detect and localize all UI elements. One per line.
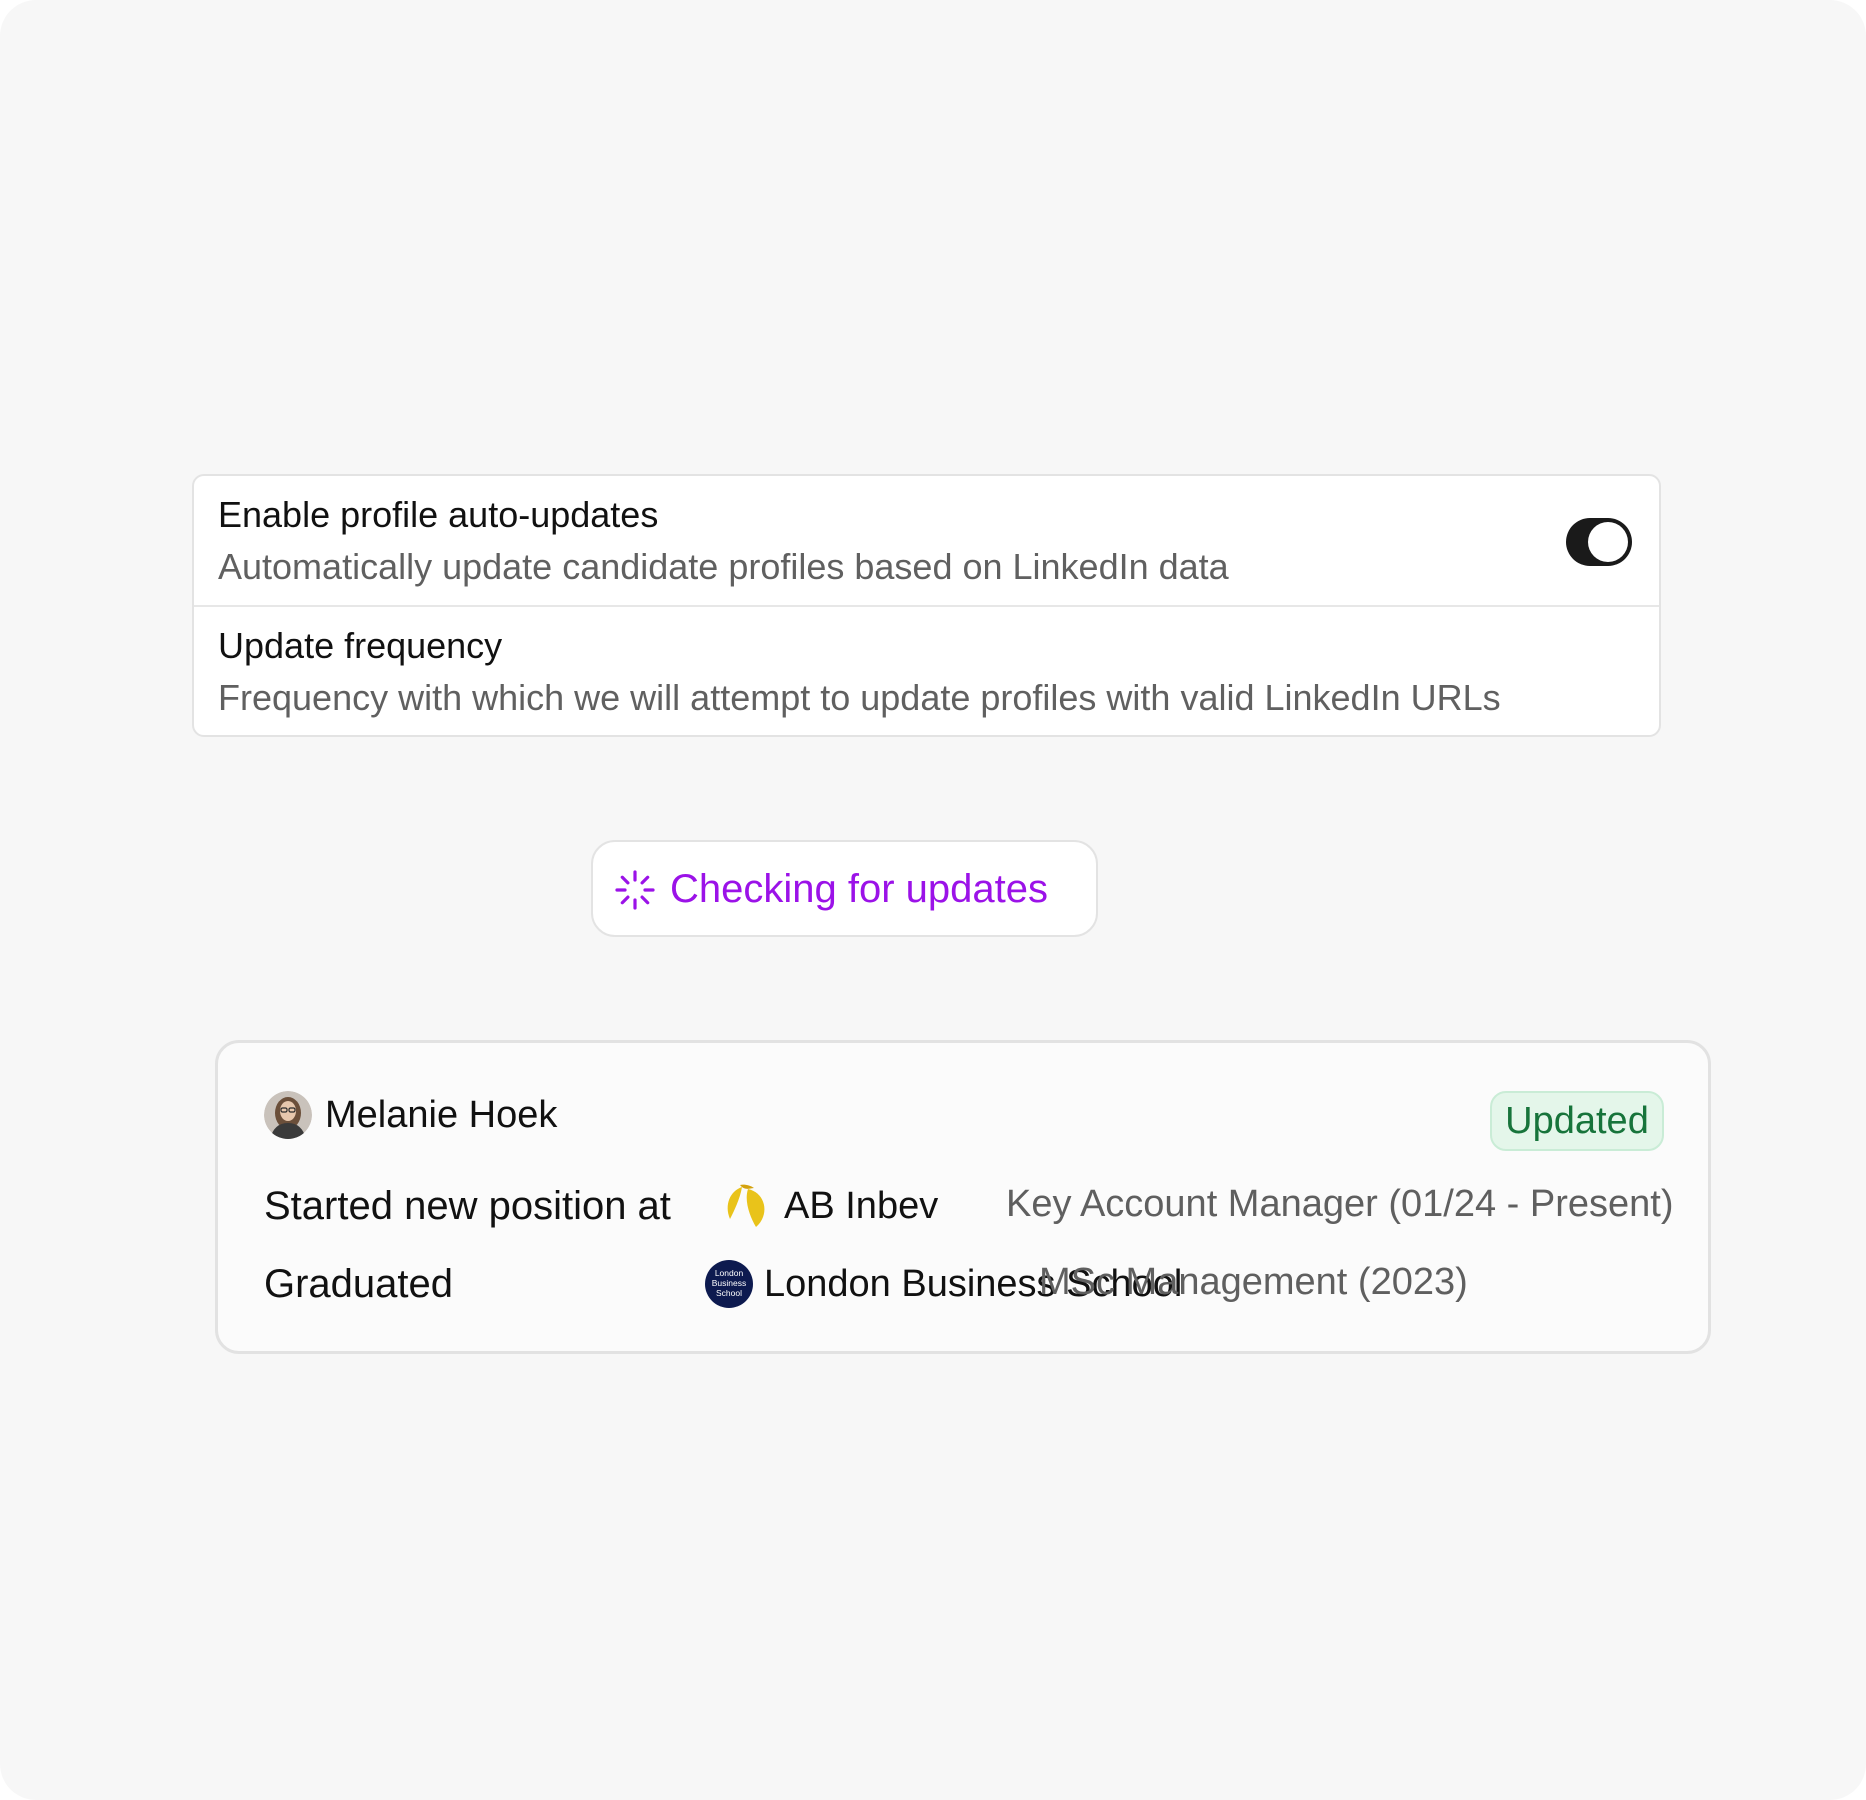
svg-text:Business: Business (712, 1278, 747, 1288)
setting-description: Automatically update candidate profiles … (218, 546, 1229, 587)
toggle-knob (1588, 522, 1628, 562)
event-detail: MSc Management (2023) (1039, 1261, 1468, 1303)
london-business-school-logo-icon: London Business School (705, 1260, 753, 1308)
checking-status-pill: Checking for updates (591, 840, 1098, 937)
event-detail: Key Account Manager (01/24 - Present) (1006, 1183, 1674, 1225)
checking-label: Checking for updates (670, 867, 1049, 911)
org-name[interactable]: AB Inbev (784, 1183, 938, 1229)
setting-title: Enable profile auto-updates (218, 494, 659, 535)
ab-inbev-logo-icon (727, 1184, 765, 1227)
setting-auto-updates: Enable profile auto-updates Automaticall… (194, 476, 1659, 607)
avatar (264, 1091, 312, 1139)
spinner-icon (615, 870, 655, 910)
status-badge: Updated (1490, 1091, 1664, 1151)
setting-update-frequency[interactable]: Update frequency Frequency with which we… (194, 607, 1659, 738)
settings-card: Enable profile auto-updates Automaticall… (192, 474, 1661, 737)
canvas-background: Enable profile auto-updates Automaticall… (0, 0, 1866, 1800)
event-label: Graduated (264, 1262, 454, 1306)
setting-description: Frequency with which we will attempt to … (218, 677, 1501, 718)
candidate-update-card: Melanie Hoek Updated Started new positio… (215, 1040, 1711, 1354)
svg-text:School: School (716, 1288, 742, 1298)
candidate-name[interactable]: Melanie Hoek (325, 1093, 557, 1137)
setting-title: Update frequency (218, 625, 503, 666)
svg-text:London: London (715, 1268, 744, 1278)
event-label: Started new position at (264, 1184, 671, 1228)
auto-updates-toggle[interactable] (1566, 518, 1632, 566)
